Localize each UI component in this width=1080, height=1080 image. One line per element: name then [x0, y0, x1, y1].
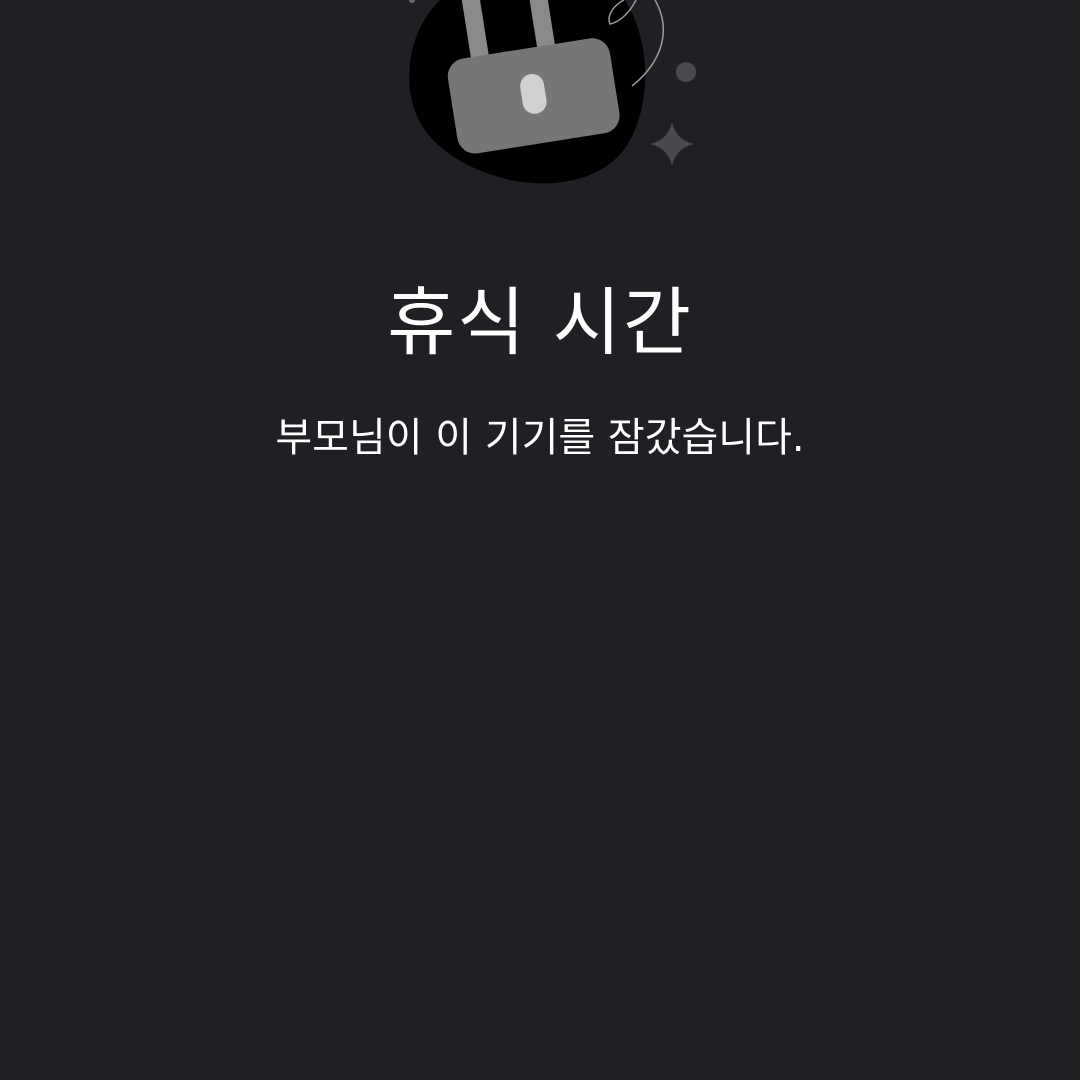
- downtime-screen: 휴식 시간 부모님이 이 기기를 잠갔습니다.: [0, 0, 1080, 1080]
- decorative-dot: [676, 62, 696, 82]
- sparkle-icon: [650, 122, 694, 166]
- decorative-dot-small: [409, 0, 415, 3]
- lock-message: 부모님이 이 기기를 잠갔습니다.: [275, 415, 805, 461]
- lock-illustration: [409, 0, 696, 184]
- page-title: 휴식 시간: [387, 280, 693, 366]
